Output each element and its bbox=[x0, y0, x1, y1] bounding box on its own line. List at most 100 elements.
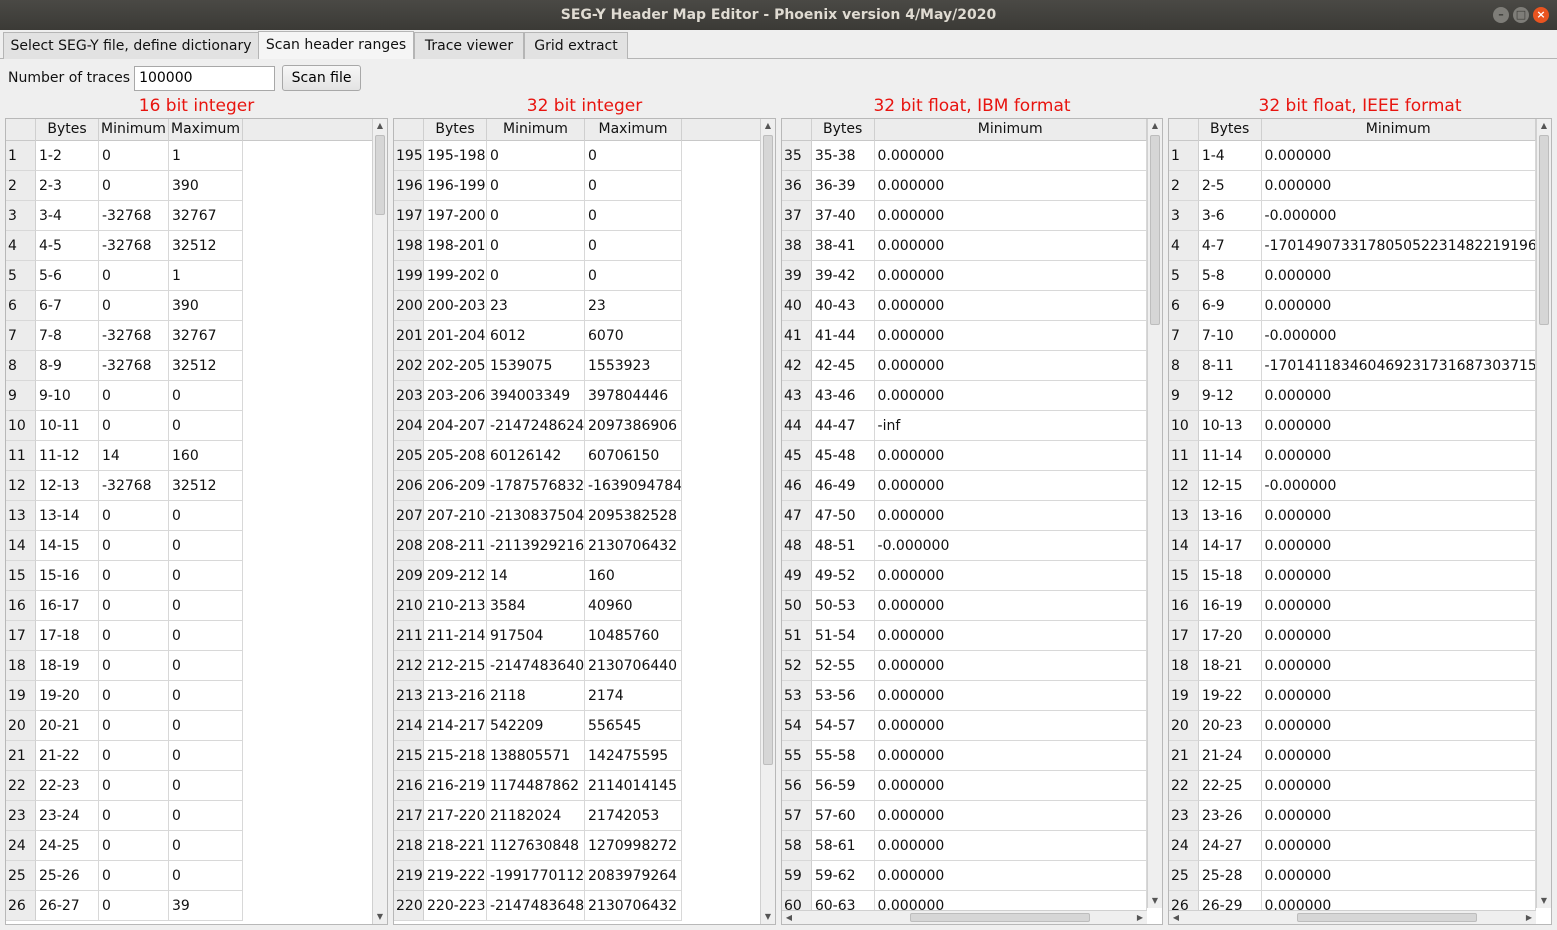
table-row[interactable]: 23 23-24 0 0 bbox=[6, 801, 372, 831]
row-number[interactable]: 206 bbox=[394, 471, 424, 501]
row-number[interactable]: 24 bbox=[1169, 831, 1199, 861]
row-number[interactable]: 13 bbox=[1169, 501, 1199, 531]
row-number[interactable]: 1 bbox=[1169, 141, 1199, 171]
table-row[interactable]: 14 14-17 0.000000 bbox=[1169, 531, 1536, 561]
table-row[interactable]: 2 2-5 0.000000 bbox=[1169, 171, 1536, 201]
number-of-traces-input[interactable] bbox=[134, 65, 276, 91]
scroll-right-icon[interactable]: ▶ bbox=[1133, 911, 1147, 924]
row-number[interactable]: 45 bbox=[782, 441, 812, 471]
column-header-bytes[interactable]: Bytes bbox=[812, 119, 875, 141]
corner-cell[interactable] bbox=[6, 119, 36, 141]
table-row[interactable]: 213 213-216 2118 2174 bbox=[394, 681, 760, 711]
table-row[interactable]: 53 53-56 0.000000 bbox=[782, 681, 1147, 711]
row-number[interactable]: 22 bbox=[6, 771, 36, 801]
row-number[interactable]: 39 bbox=[782, 261, 812, 291]
table-row[interactable]: 22 22-25 0.000000 bbox=[1169, 771, 1536, 801]
row-number[interactable]: 53 bbox=[782, 681, 812, 711]
table-row[interactable]: 211 211-214 917504 10485760 bbox=[394, 621, 760, 651]
tab-grid-extract[interactable]: Grid extract bbox=[524, 32, 628, 59]
row-number[interactable]: 200 bbox=[394, 291, 424, 321]
table-row[interactable]: 21 21-22 0 0 bbox=[6, 741, 372, 771]
table-row[interactable]: 207 207-210 -2130837504 2095382528 bbox=[394, 501, 760, 531]
row-number[interactable]: 37 bbox=[782, 201, 812, 231]
scroll-up-icon[interactable]: ▲ bbox=[1148, 119, 1162, 133]
minimize-icon[interactable]: – bbox=[1493, 7, 1509, 23]
table-row[interactable]: 6 6-7 0 390 bbox=[6, 291, 372, 321]
row-number[interactable]: 220 bbox=[394, 891, 424, 921]
row-number[interactable]: 52 bbox=[782, 651, 812, 681]
vertical-scroll-thumb[interactable] bbox=[1150, 135, 1160, 325]
table-row[interactable]: 22 22-23 0 0 bbox=[6, 771, 372, 801]
table-row[interactable]: 41 41-44 0.000000 bbox=[782, 321, 1147, 351]
row-number[interactable]: 5 bbox=[1169, 261, 1199, 291]
table-row[interactable]: 199 199-202 0 0 bbox=[394, 261, 760, 291]
table-row[interactable]: 195 195-198 0 0 bbox=[394, 141, 760, 171]
row-number[interactable]: 20 bbox=[6, 711, 36, 741]
row-number[interactable]: 54 bbox=[782, 711, 812, 741]
row-number[interactable]: 6 bbox=[6, 291, 36, 321]
table-row[interactable]: 3 3-6 -0.000000 bbox=[1169, 201, 1536, 231]
ieee-float-table[interactable]: Bytes Minimum 1 1-4 0.000000 2 2-5 0.000000 3 3-6… bbox=[1168, 118, 1552, 925]
table-row[interactable]: 210 210-213 3584 40960 bbox=[394, 591, 760, 621]
column-header-bytes[interactable]: Bytes bbox=[36, 119, 99, 141]
vertical-scroll-thumb[interactable] bbox=[763, 135, 773, 765]
row-number[interactable]: 218 bbox=[394, 831, 424, 861]
table-row[interactable]: 197 197-200 0 0 bbox=[394, 201, 760, 231]
int16-table[interactable]: Bytes Minimum Maximum 1 1-2 0 1 2 2-3 0 390 3 3-4 -32… bbox=[5, 118, 388, 925]
row-number[interactable]: 24 bbox=[6, 831, 36, 861]
table-row[interactable]: 13 13-16 0.000000 bbox=[1169, 501, 1536, 531]
scroll-left-icon[interactable]: ◀ bbox=[782, 911, 796, 924]
table-row[interactable]: 202 202-205 1539075 1553923 bbox=[394, 351, 760, 381]
row-number[interactable]: 3 bbox=[6, 201, 36, 231]
row-number[interactable]: 197 bbox=[394, 201, 424, 231]
row-number[interactable]: 216 bbox=[394, 771, 424, 801]
row-number[interactable]: 41 bbox=[782, 321, 812, 351]
table-row[interactable]: 9 9-12 0.000000 bbox=[1169, 381, 1536, 411]
tab-scan-header-ranges[interactable]: Scan header ranges bbox=[258, 31, 414, 59]
table-row[interactable]: 8 8-9 -32768 32512 bbox=[6, 351, 372, 381]
column-header-minimum[interactable]: Minimum bbox=[99, 119, 169, 141]
vertical-scrollbar[interactable]: ▲ ▼ bbox=[1147, 119, 1162, 908]
table-row[interactable]: 45 45-48 0.000000 bbox=[782, 441, 1147, 471]
row-number[interactable]: 16 bbox=[6, 591, 36, 621]
table-row[interactable]: 51 51-54 0.000000 bbox=[782, 621, 1147, 651]
row-number[interactable]: 213 bbox=[394, 681, 424, 711]
table-row[interactable]: 9 9-10 0 0 bbox=[6, 381, 372, 411]
row-number[interactable]: 1 bbox=[6, 141, 36, 171]
ibm-float-table[interactable]: Bytes Minimum 35 35-38 0.000000 36 36-39 0.0000… bbox=[781, 118, 1163, 925]
table-row[interactable]: 44 44-47 -inf bbox=[782, 411, 1147, 441]
table-row[interactable]: 38 38-41 0.000000 bbox=[782, 231, 1147, 261]
row-number[interactable]: 58 bbox=[782, 831, 812, 861]
table-row[interactable]: 8 8-11 -170141183460469231731687303715884 bbox=[1169, 351, 1536, 381]
row-number[interactable]: 9 bbox=[6, 381, 36, 411]
column-header-minimum[interactable]: Minimum bbox=[487, 119, 585, 141]
row-number[interactable]: 47 bbox=[782, 501, 812, 531]
table-row[interactable]: 47 47-50 0.000000 bbox=[782, 501, 1147, 531]
row-number[interactable]: 211 bbox=[394, 621, 424, 651]
table-row[interactable]: 4 4-7 -170149073317805052231482219196630 bbox=[1169, 231, 1536, 261]
table-row[interactable]: 40 40-43 0.000000 bbox=[782, 291, 1147, 321]
table-row[interactable]: 2 2-3 0 390 bbox=[6, 171, 372, 201]
table-row[interactable]: 16 16-17 0 0 bbox=[6, 591, 372, 621]
table-row[interactable]: 25 25-28 0.000000 bbox=[1169, 861, 1536, 891]
table-row[interactable]: 4 4-5 -32768 32512 bbox=[6, 231, 372, 261]
table-row[interactable]: 200 200-203 23 23 bbox=[394, 291, 760, 321]
row-number[interactable]: 25 bbox=[1169, 861, 1199, 891]
table-row[interactable]: 203 203-206 394003349 397804446 bbox=[394, 381, 760, 411]
row-number[interactable]: 22 bbox=[1169, 771, 1199, 801]
row-number[interactable]: 9 bbox=[1169, 381, 1199, 411]
row-number[interactable]: 8 bbox=[1169, 351, 1199, 381]
tab-select-segy-file[interactable]: Select SEG-Y file, define dictionary bbox=[3, 32, 259, 59]
table-row[interactable]: 24 24-27 0.000000 bbox=[1169, 831, 1536, 861]
row-number[interactable]: 40 bbox=[782, 291, 812, 321]
table-row[interactable]: 35 35-38 0.000000 bbox=[782, 141, 1147, 171]
corner-cell[interactable] bbox=[394, 119, 424, 141]
column-header-maximum[interactable]: Maximum bbox=[169, 119, 243, 141]
row-number[interactable]: 55 bbox=[782, 741, 812, 771]
table-row[interactable]: 11 11-12 14 160 bbox=[6, 441, 372, 471]
row-number[interactable]: 59 bbox=[782, 861, 812, 891]
table-row[interactable]: 36 36-39 0.000000 bbox=[782, 171, 1147, 201]
maximize-icon[interactable]: □ bbox=[1513, 7, 1529, 23]
row-number[interactable]: 19 bbox=[6, 681, 36, 711]
vertical-scrollbar[interactable]: ▲ ▼ bbox=[760, 119, 775, 924]
